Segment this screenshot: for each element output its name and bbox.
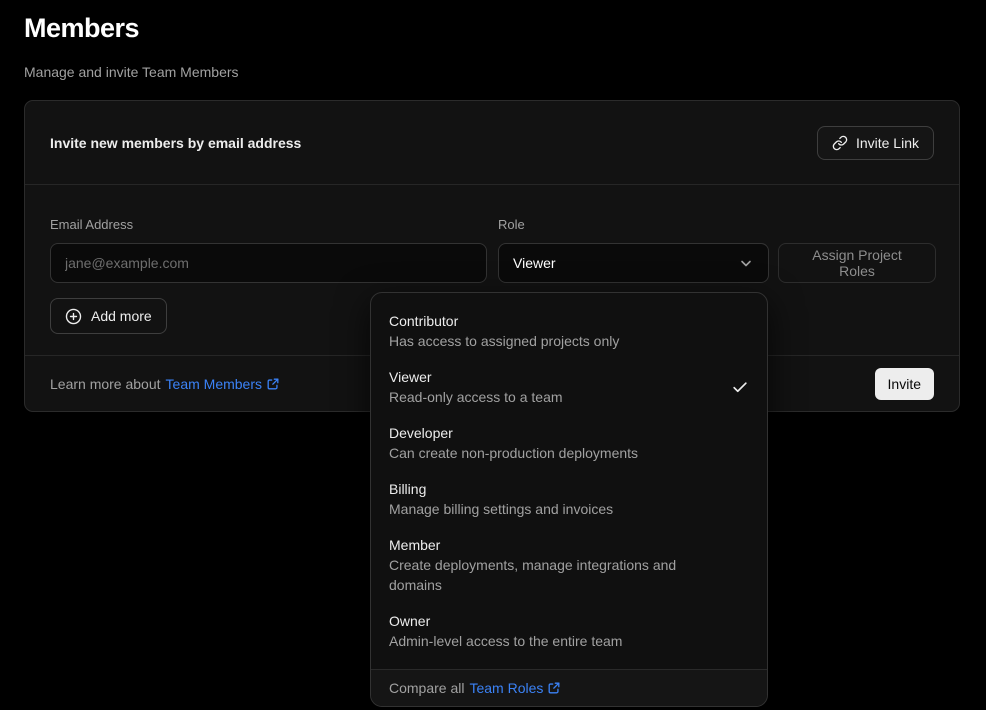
invite-link-label: Invite Link [856,135,919,151]
role-option-texts: Member Create deployments, manage integr… [389,535,719,595]
role-option-name: Owner [389,611,622,631]
page-title: Members [24,13,139,44]
link-icon [832,135,848,151]
add-more-label: Add more [91,308,152,324]
role-option-description: Has access to assigned projects only [389,331,619,351]
card-header: Invite new members by email address Invi… [25,101,959,185]
role-option-description: Admin-level access to the entire team [389,631,622,651]
external-link-icon [266,377,280,391]
role-option[interactable]: Billing Manage billing settings and invo… [371,471,767,527]
external-link-icon [547,681,561,695]
role-dropdown-list: Contributor Has access to assigned proje… [371,293,767,669]
role-label: Role [498,217,525,232]
role-option-name: Contributor [389,311,619,331]
role-option-texts: Billing Manage billing settings and invo… [389,479,613,519]
add-more-button[interactable]: Add more [50,298,167,334]
role-option-texts: Contributor Has access to assigned proje… [389,311,619,351]
role-option[interactable]: Contributor Has access to assigned proje… [371,303,767,359]
role-option-name: Developer [389,423,638,443]
role-option-name: Viewer [389,367,563,387]
invite-button[interactable]: Invite [875,368,934,400]
page-subtitle: Manage and invite Team Members [24,64,239,80]
role-dropdown-footer: Compare all Team Roles [371,669,767,706]
role-option-texts: Developer Can create non-production depl… [389,423,638,463]
role-option-texts: Viewer Read-only access to a team [389,367,563,407]
team-roles-link[interactable]: Team Roles [469,680,561,696]
chevron-down-icon [738,255,754,271]
role-option-description: Create deployments, manage integrations … [389,555,719,595]
role-option[interactable]: Developer Can create non-production depl… [371,415,767,471]
role-option[interactable]: Viewer Read-only access to a team [371,359,767,415]
role-selected-value: Viewer [513,255,556,271]
card-header-title: Invite new members by email address [50,135,301,151]
team-roles-link-label: Team Roles [469,680,543,696]
invite-link-button[interactable]: Invite Link [817,126,934,160]
role-option-texts: Owner Admin-level access to the entire t… [389,611,622,651]
plus-circle-icon [65,308,82,325]
team-members-link[interactable]: Team Members [166,376,280,392]
learn-more-text: Learn more about Team Members [50,376,280,392]
role-option-description: Can create non-production deployments [389,443,638,463]
learn-more-label: Learn more about [50,376,161,392]
team-members-link-label: Team Members [166,376,262,392]
role-option-description: Manage billing settings and invoices [389,499,613,519]
email-label: Email Address [50,217,133,232]
role-option[interactable]: Owner Admin-level access to the entire t… [371,603,767,659]
role-option[interactable]: Member Create deployments, manage integr… [371,527,767,603]
check-icon [731,378,749,396]
email-input[interactable] [50,243,487,283]
assign-project-roles-button[interactable]: Assign Project Roles [778,243,936,283]
role-dropdown-menu: Contributor Has access to assigned proje… [370,292,768,707]
role-option-name: Member [389,535,719,555]
compare-all-label: Compare all [389,680,464,696]
role-option-name: Billing [389,479,613,499]
role-option-description: Read-only access to a team [389,387,563,407]
role-select[interactable]: Viewer [498,243,769,283]
